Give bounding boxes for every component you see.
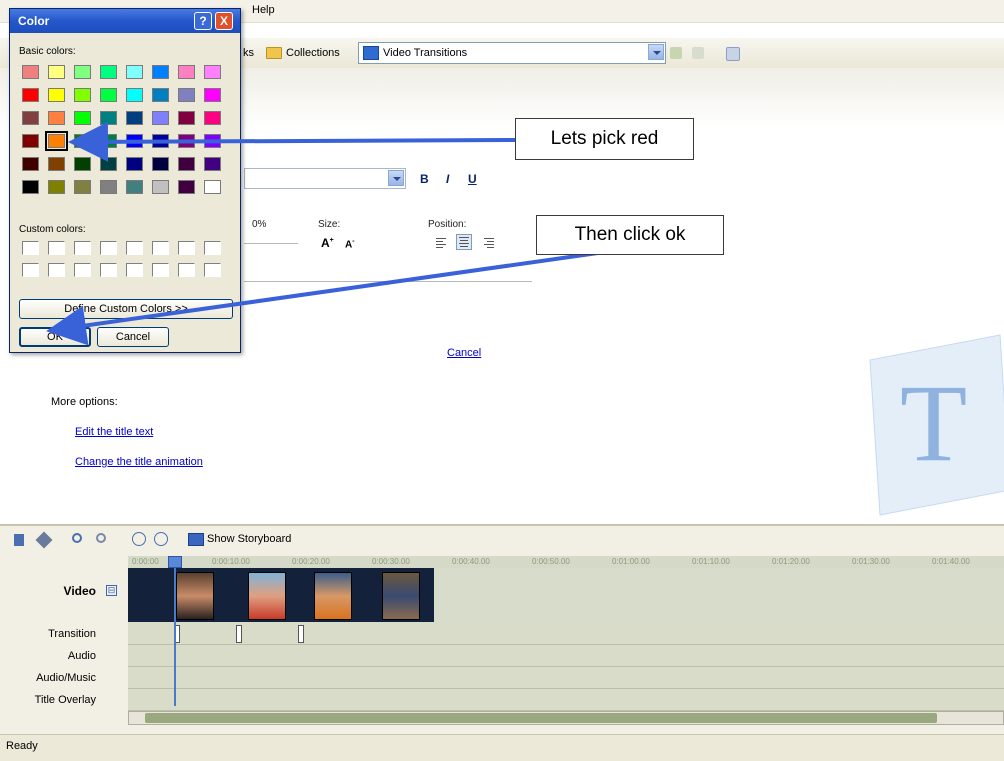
annotation-arrows (46, 121, 613, 346)
arrow-to-ok-button (46, 249, 613, 346)
callout-click-ok: Then click ok (536, 215, 724, 255)
arrow-to-red-swatch (68, 121, 516, 162)
callout-pick-red: Lets pick red (515, 118, 694, 160)
